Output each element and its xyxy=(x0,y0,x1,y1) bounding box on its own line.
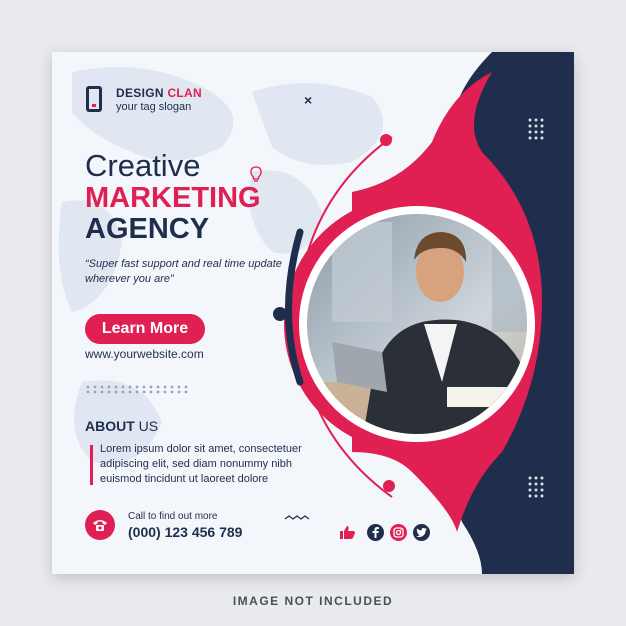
orbit-dot-top xyxy=(380,134,392,146)
orbit-dot-mid xyxy=(273,307,287,321)
image-not-included-note: IMAGE NOT INCLUDED xyxy=(232,594,394,608)
brand-name-primary: DESIGN xyxy=(116,86,164,100)
headline-line-3: AGENCY xyxy=(85,213,210,245)
about-accent-bar xyxy=(90,445,93,485)
call-label: Call to find out more xyxy=(128,511,218,522)
about-heading-suffix: US xyxy=(138,418,159,434)
brand-slogan: your tag slogan xyxy=(116,101,192,113)
lightbulb-icon xyxy=(250,166,262,182)
zigzag-decoration xyxy=(284,515,310,520)
instagram-icon[interactable] xyxy=(390,524,407,541)
phone-number[interactable]: (000) 123 456 789 xyxy=(128,524,242,540)
headline-line-2: MARKETING xyxy=(85,182,261,214)
about-heading-bold: ABOUT xyxy=(85,418,135,434)
twitter-icon[interactable] xyxy=(413,524,430,541)
tagline-quote: “Super fast support and real time update… xyxy=(85,258,282,285)
dotted-divider xyxy=(86,385,188,394)
headline-line-1: Creative xyxy=(85,148,201,183)
orbit-dot-bottom xyxy=(383,480,395,492)
brand-name-accent: CLAN xyxy=(167,86,202,100)
facebook-icon[interactable] xyxy=(367,524,384,541)
brand-name: DESIGN CLAN xyxy=(116,86,202,100)
flyer-card: DESIGN CLAN your tag slogan × Creative M… xyxy=(52,52,574,574)
logo-icon xyxy=(86,86,102,112)
learn-more-button[interactable]: Learn More xyxy=(85,314,205,344)
close-icon: × xyxy=(304,92,313,108)
about-body: Lorem ipsum dolor sit amet, consectetuer… xyxy=(100,443,302,485)
website-link[interactable]: www.yourwebsite.com xyxy=(85,347,204,361)
decorative-shapes xyxy=(273,52,574,574)
phone-icon xyxy=(85,510,115,540)
thumbs-up-icon[interactable] xyxy=(339,524,356,541)
about-heading: ABOUT US xyxy=(85,418,158,434)
